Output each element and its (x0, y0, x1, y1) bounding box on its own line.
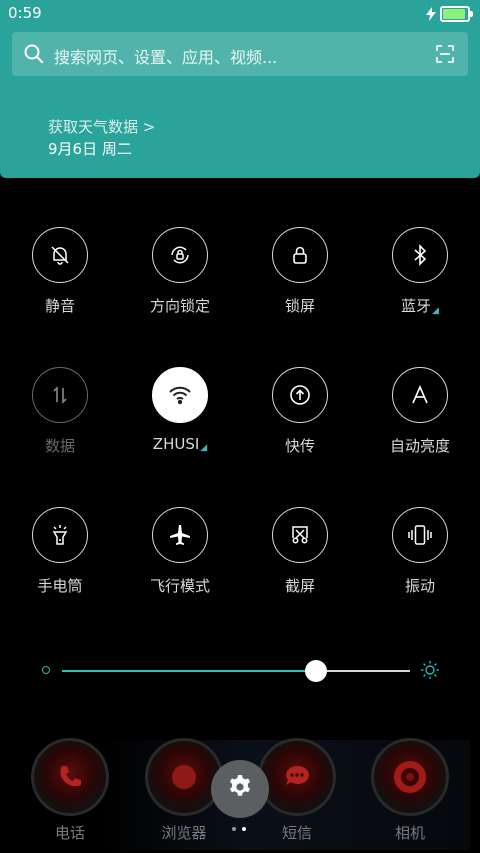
search-icon (24, 44, 44, 68)
vibrate-icon (392, 507, 448, 563)
airplane-icon (152, 507, 208, 563)
screenshot-icon (272, 507, 328, 563)
toggle-auto-brightness[interactable]: 自动亮度 (360, 367, 480, 456)
toggle-rotation-lock[interactable]: 方向锁定 (120, 227, 240, 316)
toggle-bluetooth[interactable]: 蓝牙◢ (360, 227, 480, 316)
app-label: 相机 (394, 824, 425, 842)
mobile-data-icon (32, 367, 88, 423)
settings-button[interactable] (211, 760, 269, 818)
toggle-airplane-mode[interactable]: 飞行模式 (120, 507, 240, 596)
status-bar: 0:59 (0, 0, 480, 28)
share-upload-icon (272, 367, 328, 423)
status-icons (426, 6, 473, 22)
slider-thumb[interactable] (305, 660, 328, 682)
search-input[interactable]: 搜索网页、设置、应用、视频... (54, 44, 277, 68)
toggle-label: 飞行模式 (149, 577, 210, 595)
weather-date: 9月6日 周二 (48, 140, 132, 158)
app-phone[interactable]: 电话 (10, 738, 130, 843)
more-indicator-icon: ◢ (432, 306, 439, 316)
lock-icon (272, 227, 328, 283)
battery-level (443, 9, 466, 19)
scan-icon[interactable] (436, 45, 454, 67)
toggle-label: ZHUSI◢ (152, 435, 208, 453)
toggle-lock-screen[interactable]: 锁屏 (240, 227, 360, 316)
toggle-label: 自动亮度 (389, 437, 450, 455)
rotation-lock-icon (152, 227, 208, 283)
toggle-label: 蓝牙◢ (401, 297, 439, 316)
toggle-quick-share[interactable]: 快传 (240, 367, 360, 456)
gear-icon (227, 774, 253, 804)
page-dot (232, 827, 236, 831)
phone-icon (31, 738, 109, 816)
charging-icon (426, 7, 436, 21)
brightness-slider[interactable] (40, 660, 440, 684)
slider-fill (62, 670, 317, 672)
battery-icon (440, 6, 473, 22)
message-icon (258, 738, 336, 816)
weather-link[interactable]: 获取天气数据 > (48, 116, 155, 137)
wifi-icon (152, 367, 208, 423)
toggle-label: 振动 (404, 577, 435, 595)
camera-icon (371, 738, 449, 816)
bluetooth-icon (392, 227, 448, 283)
more-indicator-icon: ◢ (200, 443, 208, 453)
flashlight-icon (32, 507, 88, 563)
toggle-label: 方向锁定 (149, 297, 210, 315)
toggle-mobile-data[interactable]: 数据 (0, 367, 120, 456)
toggle-screenshot[interactable]: 截屏 (240, 507, 360, 596)
auto-brightness-icon (392, 367, 448, 423)
toggle-label: 静音 (44, 297, 75, 315)
app-label: 短信 (281, 824, 312, 842)
slider-track[interactable] (62, 660, 410, 682)
notification-header: 0:59 搜索网页、设置、应用、视频... 获取天气数据 > 9月6日 周二 (0, 0, 480, 178)
app-camera[interactable]: 相机 (350, 738, 470, 843)
status-time: 0:59 (8, 4, 42, 22)
toggle-label: 锁屏 (284, 297, 315, 315)
page-dot-active (242, 827, 246, 831)
app-label: 浏览器 (161, 824, 207, 842)
search-bar[interactable]: 搜索网页、设置、应用、视频... (12, 32, 468, 76)
toggle-label: 数据 (44, 437, 75, 455)
toggle-label: 手电筒 (37, 577, 83, 595)
toggle-silent[interactable]: 静音 (0, 227, 120, 316)
brightness-low-icon (42, 666, 50, 674)
toggle-label: 快传 (284, 437, 315, 455)
toggle-label: 截屏 (284, 577, 315, 595)
app-label: 电话 (54, 824, 85, 842)
page-indicator (232, 827, 246, 831)
toggle-wifi[interactable]: ZHUSI◢ (120, 367, 240, 453)
bell-off-icon (32, 227, 88, 283)
toggle-vibrate[interactable]: 振动 (360, 507, 480, 596)
toggle-flashlight[interactable]: 手电筒 (0, 507, 120, 596)
brightness-high-icon (420, 660, 440, 684)
browser-icon (145, 738, 223, 816)
